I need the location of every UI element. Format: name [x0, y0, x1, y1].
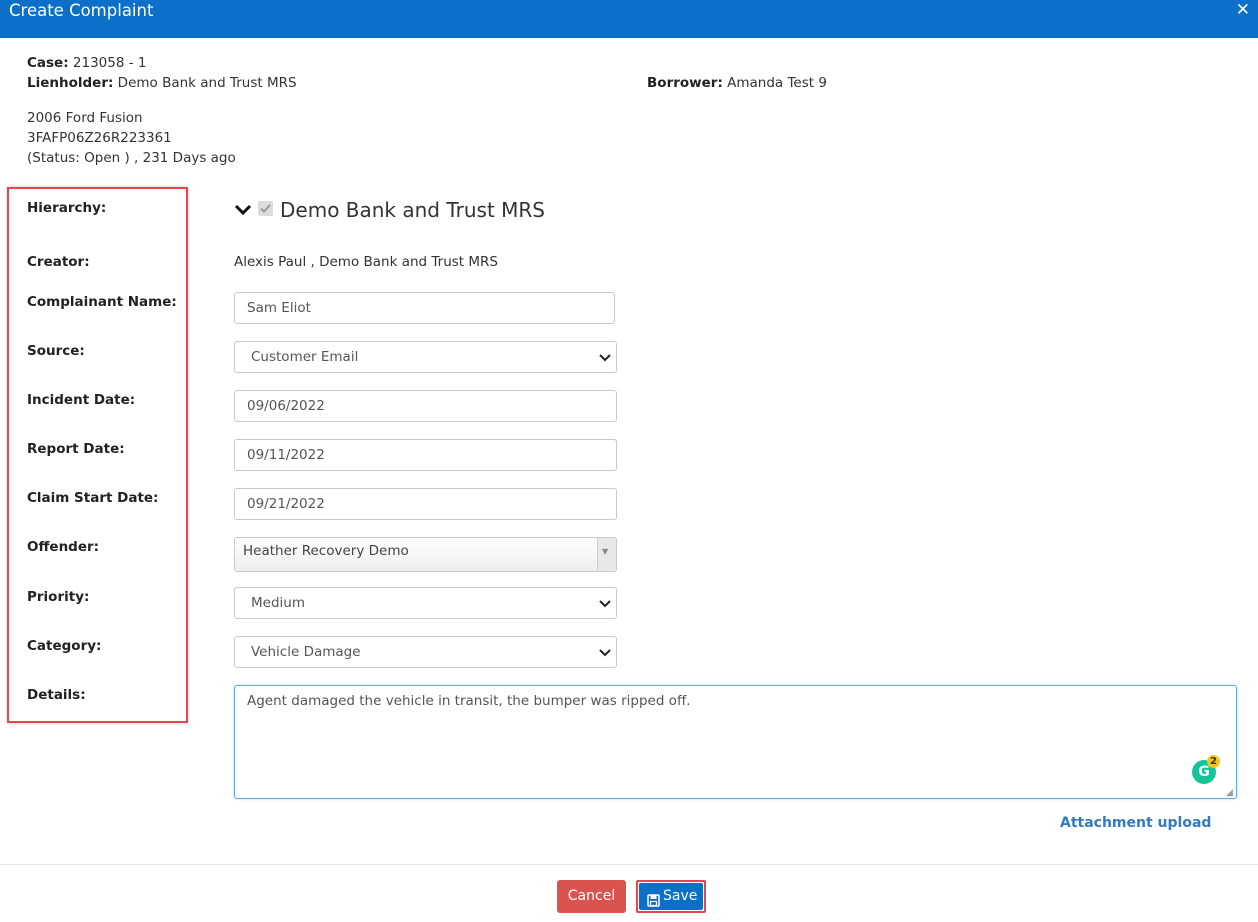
details-label: Details:	[27, 687, 86, 703]
priority-select[interactable]: Medium	[234, 587, 617, 619]
caret-down-icon: ▼	[602, 547, 609, 556]
modal-header: Create Complaint ✕	[0, 0, 1258, 38]
case-value: 213058 - 1	[68, 55, 147, 71]
hierarchy-label: Hierarchy:	[27, 200, 107, 216]
offender-dropdown-toggle[interactable]: ▼	[597, 538, 616, 571]
chevron-down-icon	[599, 588, 611, 608]
resize-handle-icon[interactable]: ◢	[1226, 788, 1233, 798]
claim-start-date-label: Claim Start Date:	[27, 490, 159, 506]
report-date-input[interactable]: 09/11/2022	[234, 439, 617, 471]
borrower-value: Amanda Test 9	[722, 75, 827, 91]
hierarchy-name: Demo Bank and Trust MRS	[280, 198, 545, 222]
category-label: Category:	[27, 638, 102, 654]
incident-date-label: Incident Date:	[27, 392, 136, 408]
offender-select-value: Heather Recovery Demo	[243, 543, 409, 559]
floppy-disk-icon	[647, 890, 660, 917]
source-select[interactable]: Customer Email	[234, 341, 617, 373]
cancel-button[interactable]: Cancel	[557, 880, 626, 913]
save-button[interactable]: Save	[639, 883, 703, 910]
lienholder-line: Lienholder: Demo Bank and Trust MRS	[27, 73, 297, 93]
source-select-value: Customer Email	[251, 349, 359, 365]
lienholder-value: Demo Bank and Trust MRS	[113, 75, 297, 91]
borrower-label: Borrower:	[647, 75, 723, 91]
claim-start-date-input[interactable]: 09/21/2022	[234, 488, 617, 520]
source-label: Source:	[27, 343, 85, 359]
borrower-line: Borrower: Amanda Test 9	[647, 73, 827, 93]
report-date-label: Report Date:	[27, 441, 125, 457]
chevron-down-icon[interactable]	[234, 203, 252, 221]
complainant-name-input[interactable]: Sam Eliot	[234, 292, 615, 324]
priority-label: Priority:	[27, 589, 90, 605]
grammarly-count: 2	[1207, 755, 1220, 768]
grammarly-icon[interactable]: G2	[1192, 755, 1220, 784]
complainant-name-label: Complainant Name:	[27, 294, 177, 310]
status-text: (Status: Open ) , 231 Days ago	[27, 150, 236, 166]
chevron-down-icon	[599, 637, 611, 657]
modal-title: Create Complaint	[9, 1, 154, 20]
case-label: Case:	[27, 55, 69, 71]
priority-select-value: Medium	[251, 595, 305, 611]
case-line: Case: 213058 - 1	[27, 53, 146, 73]
incident-date-input[interactable]: 09/06/2022	[234, 390, 617, 422]
offender-select[interactable]: Heather Recovery Demo ▼	[234, 537, 617, 572]
lienholder-label: Lienholder:	[27, 75, 114, 91]
vehicle-text: 2006 Ford Fusion	[27, 110, 143, 126]
save-button-label: Save	[663, 888, 698, 904]
attachment-upload-link[interactable]: Attachment upload	[1060, 815, 1211, 831]
hierarchy-checkbox[interactable]	[258, 201, 273, 216]
footer-divider	[0, 864, 1258, 865]
offender-label: Offender:	[27, 539, 100, 555]
details-textarea[interactable]: Agent damaged the vehicle in transit, th…	[234, 685, 1237, 799]
close-icon[interactable]: ✕	[1236, 0, 1250, 20]
creator-value: Alexis Paul , Demo Bank and Trust MRS	[234, 254, 498, 270]
vin-text: 3FAFP06Z26R223361	[27, 130, 172, 146]
chevron-down-icon	[599, 342, 611, 362]
creator-label: Creator:	[27, 254, 90, 270]
category-select-value: Vehicle Damage	[251, 644, 361, 660]
category-select[interactable]: Vehicle Damage	[234, 636, 617, 668]
